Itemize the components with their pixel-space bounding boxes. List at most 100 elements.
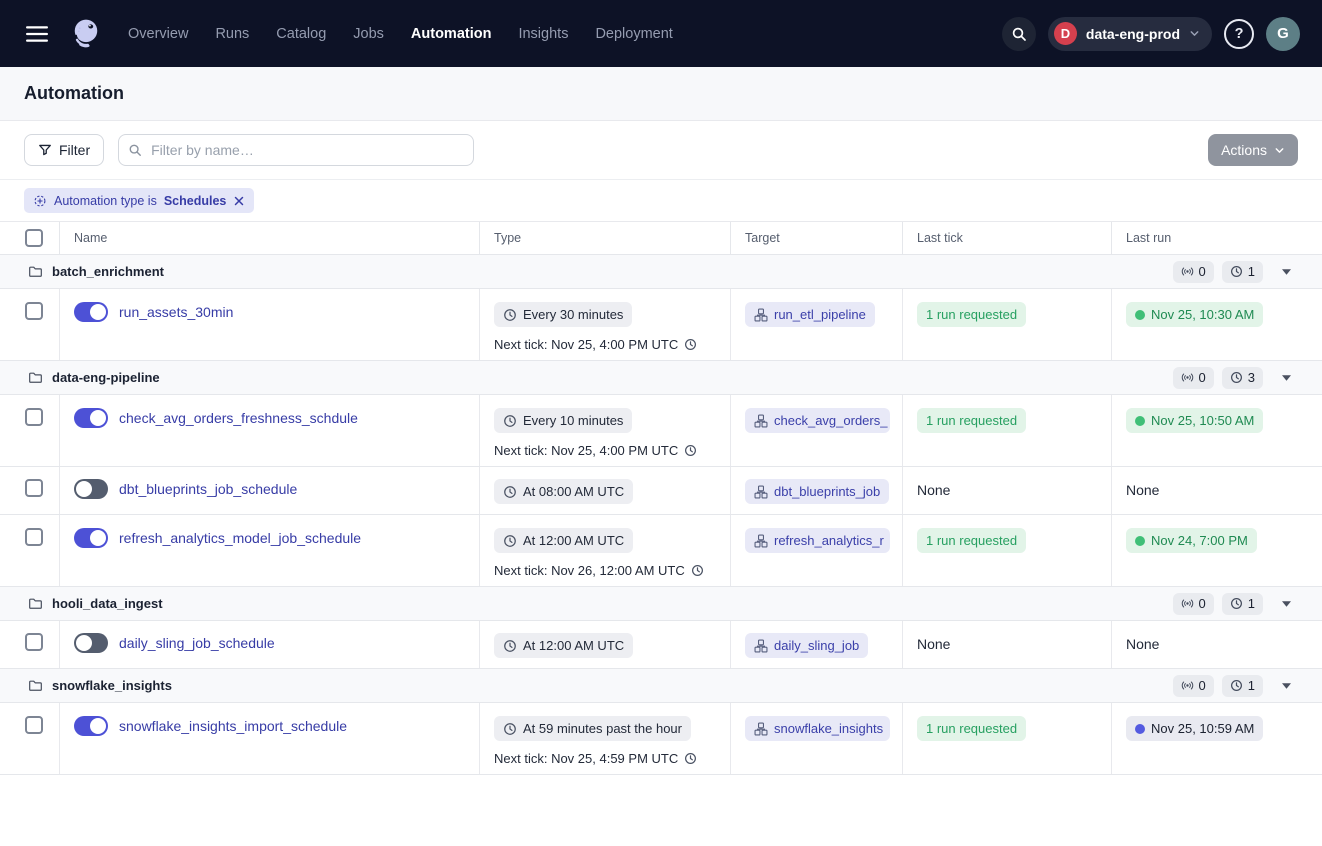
group-row-data-eng-pipeline[interactable]: data-eng-pipeline03 [0,361,1322,395]
name-cell: check_avg_orders_freshness_schdule [60,395,480,466]
target-cell: run_etl_pipeline [731,289,903,360]
last-tick-cell: None [903,621,1112,668]
hamburger-menu-button[interactable] [20,19,54,49]
nav-item-insights[interactable]: Insights [518,26,568,42]
last-tick-pill[interactable]: 1 run requested [917,302,1026,327]
job-icon [754,534,768,548]
collapse-group-button[interactable] [1279,266,1294,278]
nav-item-catalog[interactable]: Catalog [276,26,326,42]
clock-icon [684,338,697,351]
page-header: Automation [0,67,1322,121]
search-button[interactable] [1002,17,1036,51]
collapse-group-button[interactable] [1279,372,1294,384]
row-checkbox[interactable] [25,716,43,734]
schedule-count-badge: 1 [1222,675,1263,697]
user-avatar[interactable]: G [1266,17,1300,51]
last-tick-text: 1 run requested [926,307,1017,322]
target-pill[interactable]: refresh_analytics_r [745,528,890,553]
name-line: run_assets_30min [74,302,467,322]
row-checkbox[interactable] [25,302,43,320]
enabled-toggle[interactable] [74,408,108,428]
sensor-count-badge: 0 [1173,261,1214,283]
last-tick-none: None [917,633,950,652]
row-checkbox[interactable] [25,479,43,497]
last-run-pill[interactable]: Nov 25, 10:59 AM [1126,716,1263,741]
last-tick-pill[interactable]: 1 run requested [917,528,1026,553]
target-pill[interactable]: run_etl_pipeline [745,302,875,327]
folder-icon [28,596,43,611]
sensor-count: 0 [1199,596,1206,611]
last-run-pill[interactable]: Nov 25, 10:50 AM [1126,408,1263,433]
last-run-pill[interactable]: Nov 25, 10:30 AM [1126,302,1263,327]
schedule-name-link[interactable]: check_avg_orders_freshness_schdule [119,410,358,426]
target-pill[interactable]: daily_sling_job [745,633,868,658]
column-header-type: Type [480,222,731,254]
nav-item-automation[interactable]: Automation [411,26,492,42]
last-run-pill[interactable]: Nov 24, 7:00 PM [1126,528,1257,553]
clock-icon [1230,265,1243,278]
actions-button[interactable]: Actions [1208,134,1298,166]
schedule-count: 1 [1248,264,1255,279]
schedule-interval-pill: Every 30 minutes [494,302,632,327]
collapse-group-button[interactable] [1279,598,1294,610]
group-row-hooli_data_ingest[interactable]: hooli_data_ingest01 [0,587,1322,621]
filter-button[interactable]: Filter [24,134,104,166]
run-status-dot [1135,310,1145,320]
last-tick-cell: None [903,467,1112,514]
automation-icon [33,194,47,208]
caret-down-icon [1282,683,1291,689]
target-pill[interactable]: dbt_blueprints_job [745,479,889,504]
target-cell: check_avg_orders_ [731,395,903,466]
schedule-name-link[interactable]: run_assets_30min [119,304,233,320]
last-tick-pill[interactable]: 1 run requested [917,408,1026,433]
help-button[interactable]: ? [1224,19,1254,49]
schedule-count-badge: 1 [1222,593,1263,615]
enabled-toggle[interactable] [74,633,108,653]
enabled-toggle[interactable] [74,479,108,499]
schedule-name-link[interactable]: snowflake_insights_import_schedule [119,718,347,734]
schedule-interval-pill: At 12:00 AM UTC [494,528,633,553]
remove-filter-button[interactable] [233,195,245,207]
toggle-knob [90,304,106,320]
nav-item-overview[interactable]: Overview [128,26,188,42]
schedule-name-link[interactable]: refresh_analytics_model_job_schedule [119,530,361,546]
clock-icon [691,564,704,577]
schedule-name-link[interactable]: daily_sling_job_schedule [119,635,275,651]
sensor-count: 0 [1199,264,1206,279]
nav-item-runs[interactable]: Runs [215,26,249,42]
row-checkbox[interactable] [25,408,43,426]
target-pill[interactable]: snowflake_insights [745,716,890,741]
nav-item-jobs[interactable]: Jobs [353,26,384,42]
schedule-interval-pill: At 59 minutes past the hour [494,716,691,741]
deployment-switcher[interactable]: D data-eng-prod [1048,17,1212,51]
enabled-toggle[interactable] [74,716,108,736]
last-run-text: Nov 24, 7:00 PM [1151,533,1248,548]
group-row-snowflake_insights[interactable]: snowflake_insights01 [0,669,1322,703]
name-filter-input[interactable] [118,134,474,166]
last-tick-pill[interactable]: 1 run requested [917,716,1026,741]
enabled-toggle[interactable] [74,528,108,548]
schedule-count: 1 [1248,596,1255,611]
last-run-cell: Nov 25, 10:50 AM [1112,395,1322,466]
next-tick-text: Next tick: Nov 25, 4:00 PM UTC [494,337,678,352]
next-tick-text: Next tick: Nov 25, 4:59 PM UTC [494,751,678,766]
target-name: run_etl_pipeline [774,307,866,322]
group-row-batch_enrichment[interactable]: batch_enrichment01 [0,255,1322,289]
table-row: dbt_blueprints_job_scheduleAt 08:00 AM U… [0,467,1322,515]
row-checkbox[interactable] [25,633,43,651]
column-header-target: Target [731,222,903,254]
row-checkbox-cell [0,289,60,360]
next-tick: Next tick: Nov 25, 4:00 PM UTC [494,337,718,352]
schedule-interval-text: At 12:00 AM UTC [523,533,624,548]
last-tick-cell: 1 run requested [903,395,1112,466]
clock-icon [503,722,517,736]
target-pill[interactable]: check_avg_orders_ [745,408,890,433]
automation-type-filter-chip[interactable]: Automation type is Schedules [24,188,254,213]
select-all-checkbox[interactable] [25,229,43,247]
nav-item-deployment[interactable]: Deployment [595,26,672,42]
row-checkbox[interactable] [25,528,43,546]
collapse-group-button[interactable] [1279,680,1294,692]
enabled-toggle[interactable] [74,302,108,322]
row-checkbox-cell [0,621,60,668]
schedule-name-link[interactable]: dbt_blueprints_job_schedule [119,481,297,497]
